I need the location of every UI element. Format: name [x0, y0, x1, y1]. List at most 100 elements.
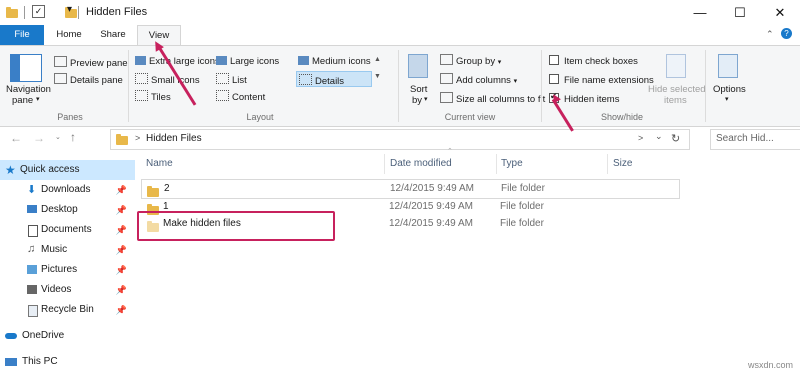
- layout-item-label: Tiles: [151, 92, 171, 103]
- item-check-boxes-toggle[interactable]: Item check boxes: [549, 55, 638, 67]
- nav-item-label: OneDrive: [22, 330, 65, 341]
- add-columns-button[interactable]: Add columns ▾: [440, 73, 517, 86]
- layout-medium-icons[interactable]: Medium icons: [298, 56, 371, 67]
- tab-home[interactable]: Home: [50, 25, 88, 45]
- music-icon: ♫: [27, 243, 36, 255]
- nav-item-videos[interactable]: Videos 📌: [0, 280, 135, 300]
- nav-item-quick-access[interactable]: ★ Quick access: [0, 160, 135, 180]
- scroll-up-icon[interactable]: ▲: [374, 56, 381, 63]
- tab-share[interactable]: Share: [94, 25, 132, 45]
- nav-item-desktop[interactable]: Desktop 📌: [0, 200, 135, 220]
- pictures-icon: [27, 265, 37, 274]
- layout-tiles[interactable]: Tiles: [135, 90, 171, 103]
- list-icon: [216, 73, 229, 84]
- column-header-name[interactable]: Name: [146, 154, 173, 174]
- column-header-date-modified[interactable]: Date modified: [390, 154, 452, 174]
- table-row[interactable]: 2 12/4/2015 9:49 AM File folder: [141, 179, 680, 199]
- divider: [128, 50, 129, 122]
- pin-icon[interactable]: 📌: [116, 280, 127, 300]
- pin-icon[interactable]: 📌: [116, 180, 127, 200]
- nav-item-documents[interactable]: Documents 📌: [0, 220, 135, 240]
- column-header-size[interactable]: Size: [613, 154, 632, 174]
- tiles-icon: [135, 90, 148, 101]
- pin-icon[interactable]: 📌: [116, 200, 127, 220]
- sort-by-icon[interactable]: [408, 54, 428, 78]
- search-box[interactable]: Search Hid...: [710, 129, 800, 150]
- address-bar[interactable]: > Hidden Files > ⌄ ↻: [110, 129, 690, 150]
- item-check-boxes-label: Item check boxes: [564, 56, 638, 67]
- divider: [398, 50, 399, 122]
- navigation-pane-label-2[interactable]: pane: [12, 95, 33, 106]
- preview-pane-label: Preview pane: [70, 58, 128, 69]
- hide-selected-items-label[interactable]: Hide selected: [648, 84, 706, 95]
- pin-icon[interactable]: 📌: [116, 300, 127, 320]
- divider: [541, 50, 542, 122]
- chevron-up-icon[interactable]: ⌃: [766, 29, 774, 40]
- layout-details[interactable]: Details: [296, 71, 372, 87]
- pin-icon[interactable]: 📌: [116, 260, 127, 280]
- layout-item-label: Content: [232, 92, 266, 103]
- navigation-pane-label[interactable]: Navigation: [6, 84, 51, 95]
- search-input[interactable]: Search Hid...: [716, 133, 774, 144]
- checkbox[interactable]: [549, 55, 559, 65]
- file-date: 12/4/2015 9:49 AM: [389, 201, 473, 212]
- nav-item-recycle-bin[interactable]: Recycle Bin 📌: [0, 300, 135, 320]
- layout-extra-large-icons[interactable]: Extra large icons: [135, 56, 220, 67]
- nav-item-music[interactable]: ♫ Music 📌: [0, 240, 135, 260]
- hide-selected-items-label-2[interactable]: items: [664, 95, 687, 106]
- sort-by-label-2[interactable]: by: [412, 95, 422, 106]
- recent-locations-icon[interactable]: ⌄: [55, 133, 61, 141]
- highlight-box: [137, 211, 335, 241]
- hide-selected-items-icon[interactable]: [666, 54, 686, 78]
- size-all-columns-button[interactable]: Size all columns to fit: [440, 92, 545, 105]
- tab-file[interactable]: File: [0, 25, 44, 45]
- nav-item-label: Music: [41, 244, 68, 255]
- file-name-extensions-toggle[interactable]: File name extensions: [549, 74, 654, 86]
- options-icon[interactable]: [718, 54, 738, 78]
- layout-large-icons[interactable]: Large icons: [216, 56, 279, 67]
- divider: [78, 6, 79, 19]
- layout-item-label: Medium icons: [312, 56, 371, 67]
- pin-icon[interactable]: 📌: [116, 220, 127, 240]
- divider: [496, 154, 497, 174]
- title-bar: ✓ ▾ Hidden Files — ☐ ✕: [0, 0, 800, 25]
- layout-group-label: Layout: [246, 112, 274, 122]
- file-date: 12/4/2015 9:49 AM: [390, 183, 474, 194]
- layout-list[interactable]: List: [216, 73, 247, 86]
- navigation-pane-icon[interactable]: [10, 54, 42, 82]
- nav-item-downloads[interactable]: ⬇ Downloads 📌: [0, 180, 135, 200]
- pin-icon[interactable]: 📌: [116, 240, 127, 260]
- divider: [384, 154, 385, 174]
- maximize-button[interactable]: ☐: [720, 0, 760, 25]
- nav-item-onedrive[interactable]: OneDrive: [0, 326, 135, 346]
- checkbox[interactable]: [549, 74, 559, 84]
- cloud-icon: [5, 333, 17, 339]
- group-by-button[interactable]: Group by ▾: [440, 54, 501, 67]
- preview-pane-button[interactable]: Preview pane: [54, 56, 128, 69]
- refresh-icon[interactable]: ↻: [671, 132, 680, 145]
- nav-item-pictures[interactable]: Pictures 📌: [0, 260, 135, 280]
- content-icon: [216, 90, 229, 101]
- properties-icon[interactable]: ✓: [32, 5, 45, 18]
- forward-icon[interactable]: →: [33, 131, 45, 145]
- options-label[interactable]: Options: [713, 84, 746, 95]
- sort-by-label[interactable]: Sort: [410, 84, 427, 95]
- address-path[interactable]: Hidden Files: [146, 133, 202, 144]
- nav-item-this-pc[interactable]: This PC: [0, 352, 135, 372]
- details-pane-button[interactable]: Details pane: [54, 73, 123, 86]
- group-by-label: Group by: [456, 56, 496, 67]
- close-button[interactable]: ✕: [760, 0, 800, 25]
- column-header-type[interactable]: Type: [501, 154, 523, 174]
- chevron-down-icon: ▾: [725, 96, 729, 103]
- layout-small-icons[interactable]: Small icons: [135, 73, 200, 86]
- back-icon[interactable]: ←: [10, 131, 22, 145]
- help-icon[interactable]: ?: [781, 28, 792, 39]
- chevron-down-icon[interactable]: ⌄: [655, 131, 663, 142]
- scroll-down-icon[interactable]: ▼: [374, 73, 381, 80]
- up-icon[interactable]: ↑: [70, 130, 76, 144]
- layout-content[interactable]: Content: [216, 90, 265, 103]
- layout-item-label: Extra large icons: [149, 56, 220, 67]
- nav-item-label: Quick access: [20, 164, 80, 175]
- minimize-button[interactable]: —: [680, 0, 720, 25]
- customize-quick-access-icon[interactable]: ▾: [67, 4, 72, 15]
